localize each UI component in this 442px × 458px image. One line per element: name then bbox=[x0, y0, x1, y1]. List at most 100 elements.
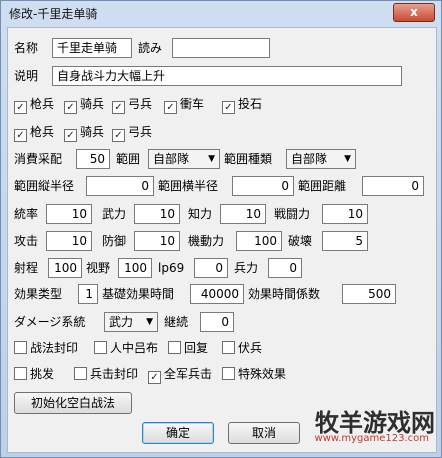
checkbox-label: 枪兵 bbox=[30, 97, 55, 111]
range-type-label: 範囲種類 bbox=[224, 152, 273, 166]
defense-label: 防御 bbox=[102, 234, 127, 248]
horizontal-radius-label: 範囲横半径 bbox=[158, 179, 219, 193]
duration-coef-input[interactable]: 500 bbox=[342, 284, 396, 304]
lp69-input[interactable]: 0 bbox=[194, 258, 228, 278]
checkbox-checks2-1[interactable]: ✓ 骑兵 bbox=[64, 124, 104, 142]
intellect-input[interactable]: 10 bbox=[220, 204, 266, 224]
checkbox-checks2-2[interactable]: ✓ 弓兵 bbox=[112, 124, 152, 142]
checkbox-box[interactable]: ✓ bbox=[14, 129, 27, 142]
checkbox-label: 兵击封印 bbox=[90, 367, 139, 381]
cancel-button[interactable]: 取消 bbox=[228, 422, 300, 444]
defense-input[interactable]: 10 bbox=[134, 231, 180, 251]
checkbox-box[interactable]: ✓ bbox=[164, 101, 177, 114]
checkbox-box[interactable]: ✓ bbox=[64, 101, 77, 114]
checkbox-checks1-4[interactable]: ✓ 投石 bbox=[222, 96, 263, 114]
continue-label: 継続 bbox=[164, 315, 189, 329]
combat-power-label: 戦闘力 bbox=[274, 207, 311, 221]
checkbox-box[interactable] bbox=[74, 367, 87, 380]
cost-label: 消費采配 bbox=[14, 152, 63, 166]
range-distance-label: 範囲距離 bbox=[298, 179, 347, 193]
effect-type-input[interactable]: 1 bbox=[78, 284, 98, 304]
damage-system-select[interactable]: 武力 ▼ bbox=[104, 312, 158, 332]
vertical-radius-input[interactable]: 0 bbox=[86, 176, 154, 196]
checkbox-checks1-1[interactable]: ✓ 骑兵 bbox=[64, 96, 105, 114]
checkbox-box[interactable]: ✓ bbox=[148, 371, 161, 384]
vertical-radius-label: 範囲縦半径 bbox=[14, 179, 75, 193]
checkbox-label: 弓兵 bbox=[128, 97, 153, 111]
effect-type-label: 効果类型 bbox=[14, 287, 63, 301]
checkbox-label: 骑兵 bbox=[80, 97, 105, 111]
checkbox-box[interactable]: ✓ bbox=[112, 101, 125, 114]
checkbox-box[interactable] bbox=[222, 341, 235, 354]
attack-input[interactable]: 10 bbox=[46, 231, 92, 251]
checkbox-box[interactable] bbox=[168, 341, 181, 354]
checkbox-checks4-0[interactable]: 挑发 bbox=[14, 366, 54, 382]
mobility-input[interactable]: 100 bbox=[236, 231, 282, 251]
watermark-logo: 牧羊游戏网 www.mygame123.com bbox=[295, 403, 435, 449]
checkbox-label: 投石 bbox=[238, 97, 263, 111]
range-label: 範囲 bbox=[116, 152, 141, 166]
range-shot-input[interactable]: 100 bbox=[48, 258, 82, 278]
checkbox-checks3-0[interactable]: 战法封印 bbox=[14, 340, 78, 356]
checkbox-label: 伏兵 bbox=[238, 341, 263, 355]
checkbox-box[interactable]: ✓ bbox=[14, 101, 27, 114]
troops-input[interactable]: 0 bbox=[268, 258, 302, 278]
range-select[interactable]: 自部隊 ▼ bbox=[148, 149, 220, 169]
checkbox-box[interactable] bbox=[94, 341, 107, 354]
checkbox-label: 战法封印 bbox=[30, 341, 79, 355]
checkbox-checks3-1[interactable]: 人中吕布 bbox=[94, 340, 158, 356]
lp69-label: lp69 bbox=[158, 261, 185, 275]
edit-dialog: 修改-千里走单骑 x 名称 千里走单骑 読み 说明 自身战斗力大幅上升 ✓ 枪兵 ✓… bbox=[0, 0, 442, 458]
command-input[interactable]: 10 bbox=[46, 204, 92, 224]
ok-button[interactable]: 确定 bbox=[142, 422, 214, 444]
checkbox-checks2-0[interactable]: ✓ 枪兵 bbox=[14, 124, 55, 142]
checkbox-checks3-2[interactable]: 回复 bbox=[168, 340, 208, 356]
base-duration-input[interactable]: 40000 bbox=[190, 284, 244, 304]
duration-coef-label: 効果時間係数 bbox=[248, 287, 321, 301]
checkbox-box[interactable]: ✓ bbox=[222, 101, 235, 114]
destruction-input[interactable]: 5 bbox=[322, 231, 368, 251]
description-input[interactable]: 自身战斗力大幅上升 bbox=[52, 66, 402, 86]
continue-input[interactable]: 0 bbox=[200, 312, 234, 332]
checkbox-label: 挑发 bbox=[30, 367, 55, 381]
horizontal-radius-input[interactable]: 0 bbox=[232, 176, 294, 196]
checkbox-checks4-1[interactable]: 兵击封印 bbox=[74, 366, 138, 382]
checkbox-checks1-2[interactable]: ✓ 弓兵 bbox=[112, 96, 153, 114]
chevron-down-icon: ▼ bbox=[208, 154, 215, 164]
checkbox-box[interactable] bbox=[14, 367, 27, 380]
checkbox-checks4-3[interactable]: 特殊效果 bbox=[222, 366, 286, 382]
checkbox-checks1-0[interactable]: ✓ 枪兵 bbox=[14, 96, 55, 114]
title-bar[interactable]: 修改-千里走单骑 x bbox=[1, 1, 441, 25]
combat-power-input[interactable]: 10 bbox=[322, 204, 368, 224]
description-label: 说明 bbox=[14, 69, 39, 83]
checkbox-box[interactable] bbox=[222, 367, 235, 380]
cost-input[interactable]: 50 bbox=[76, 149, 110, 169]
dialog-content: 名称 千里走单骑 読み 说明 自身战斗力大幅上升 ✓ 枪兵 ✓ 骑兵 ✓ 弓兵 ✓ 衝车 ✓ 投石… bbox=[7, 27, 437, 453]
checkbox-label: 枪兵 bbox=[30, 125, 55, 139]
range-distance-input[interactable]: 0 bbox=[362, 176, 424, 196]
range-type-select-value: 自部隊 bbox=[291, 152, 328, 166]
init-blank-tactic-button[interactable]: 初始化空白战法 bbox=[14, 392, 132, 414]
vision-input[interactable]: 100 bbox=[118, 258, 152, 278]
checkbox-box[interactable]: ✓ bbox=[64, 129, 77, 142]
yomi-input[interactable] bbox=[172, 38, 270, 58]
range-type-select[interactable]: 自部隊 ▼ bbox=[286, 149, 356, 169]
troops-label: 兵力 bbox=[234, 261, 259, 275]
checkbox-label: 衝车 bbox=[180, 97, 205, 111]
name-label: 名称 bbox=[14, 41, 39, 55]
destruction-label: 破壊 bbox=[288, 234, 313, 248]
force-label: 武力 bbox=[102, 207, 127, 221]
checkbox-box[interactable]: ✓ bbox=[112, 129, 125, 142]
chevron-down-icon: ▼ bbox=[344, 154, 351, 164]
checkbox-box[interactable] bbox=[14, 341, 27, 354]
force-input[interactable]: 10 bbox=[134, 204, 180, 224]
checkbox-checks1-3[interactable]: ✓ 衝车 bbox=[164, 96, 205, 114]
close-button[interactable]: x bbox=[393, 3, 435, 22]
name-input[interactable]: 千里走单骑 bbox=[52, 38, 132, 58]
checkbox-checks4-2[interactable]: ✓ 全军兵击 bbox=[148, 366, 213, 384]
mobility-label: 機動力 bbox=[188, 234, 225, 248]
checkbox-checks3-3[interactable]: 伏兵 bbox=[222, 340, 262, 356]
checkbox-label: 全军兵击 bbox=[164, 367, 213, 381]
base-duration-label: 基礎効果時間 bbox=[102, 287, 175, 301]
checkbox-label: 回复 bbox=[184, 341, 209, 355]
